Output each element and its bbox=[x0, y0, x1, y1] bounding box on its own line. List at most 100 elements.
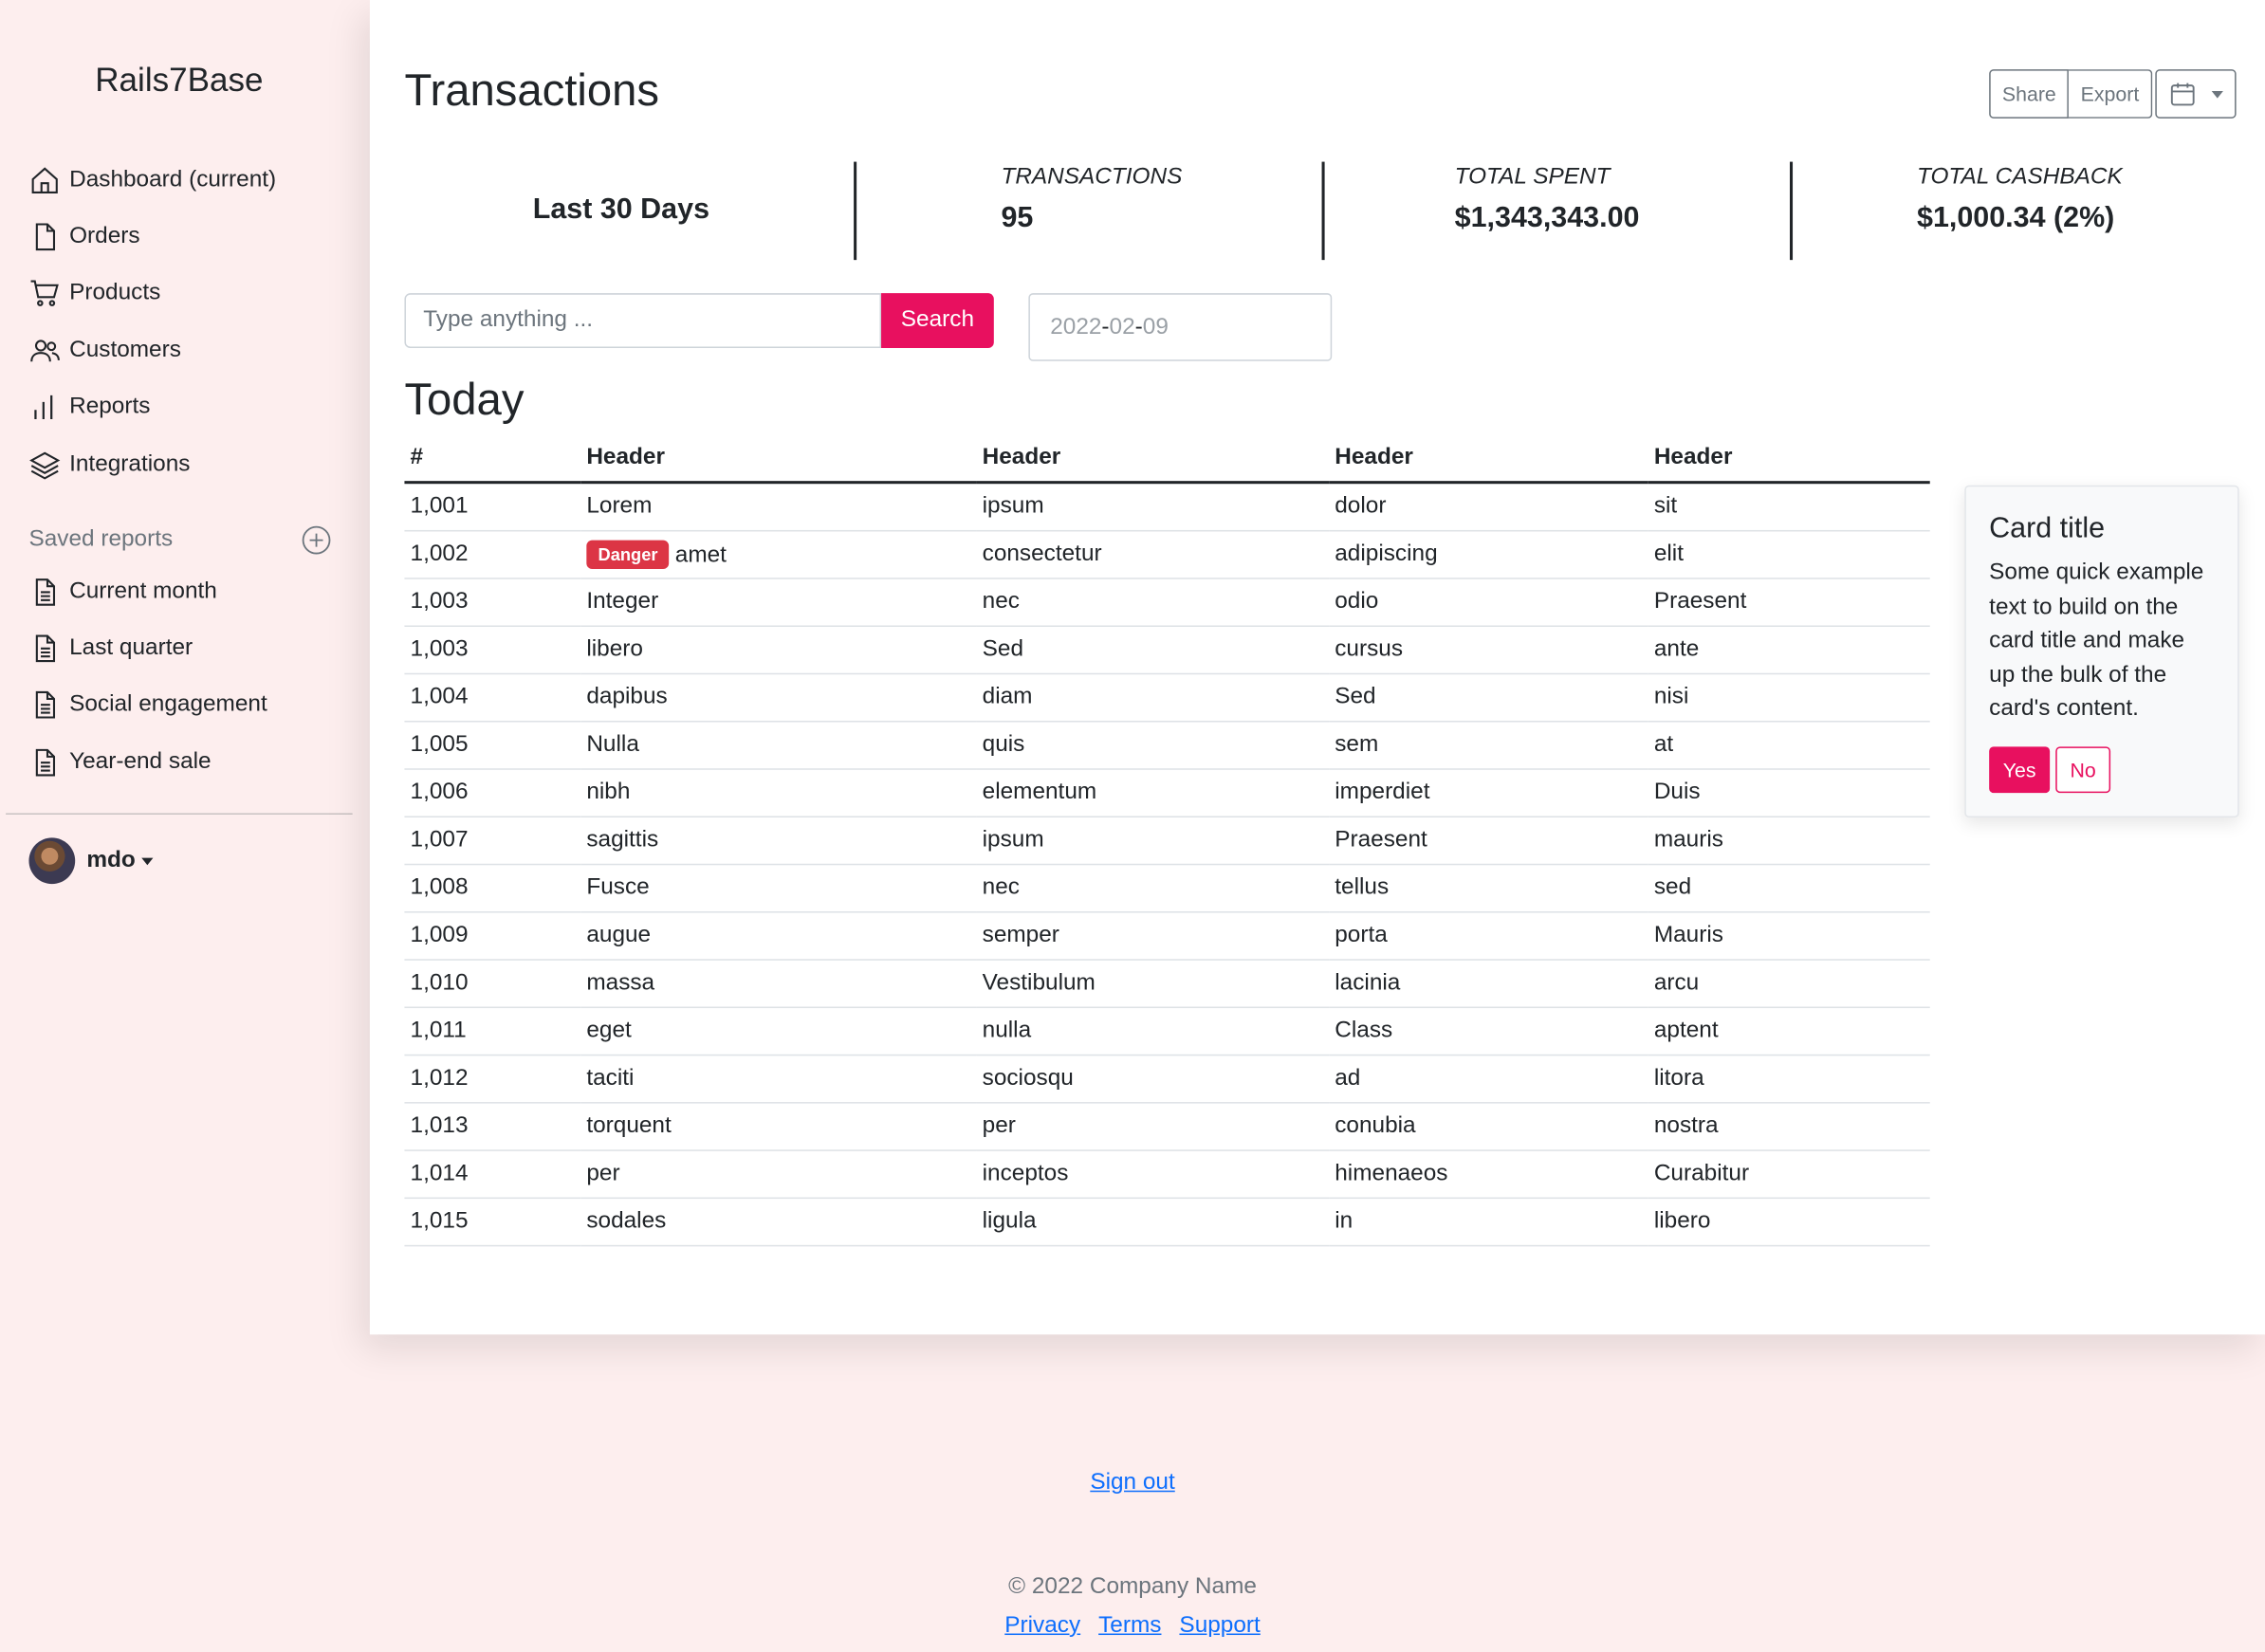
cell-text: inceptos bbox=[982, 1161, 1069, 1186]
date-month: 02 bbox=[1109, 314, 1135, 340]
table-cell: Lorem bbox=[580, 482, 977, 532]
export-button[interactable]: Export bbox=[2069, 69, 2153, 119]
cell-text: Class bbox=[1335, 1018, 1393, 1043]
table-row: 1,003 libero Sed cursus ante bbox=[404, 626, 1930, 675]
no-button[interactable]: No bbox=[2055, 746, 2111, 794]
table-row: 1,001 Lorem ipsum dolor sit bbox=[404, 482, 1930, 532]
saved-reports-heading: Saved reports bbox=[28, 523, 332, 558]
plus-circle-icon[interactable] bbox=[301, 524, 333, 557]
table-cell: 1,013 bbox=[404, 1102, 581, 1151]
cell-text: arcu bbox=[1653, 970, 1700, 996]
cell-text: dapibus bbox=[586, 684, 668, 709]
cell-text: conubia bbox=[1335, 1113, 1416, 1139]
cell-text: Praesent bbox=[1653, 589, 1747, 615]
table-cell: sed bbox=[1648, 864, 1930, 913]
table-cell: diam bbox=[976, 673, 1330, 723]
nav-label: Reports bbox=[69, 395, 151, 420]
cell-text: Vestibulum bbox=[982, 970, 1096, 996]
file-text-icon bbox=[35, 578, 56, 606]
cell-text: 1,001 bbox=[410, 493, 469, 519]
nav-item-orders[interactable]: Orders bbox=[28, 209, 360, 266]
table-cell: 1,007 bbox=[404, 817, 581, 866]
cell-text: 1,015 bbox=[410, 1208, 469, 1234]
date-separator: - bbox=[1134, 314, 1143, 340]
share-button[interactable]: Share bbox=[1989, 69, 2070, 119]
table-cell: elit bbox=[1648, 530, 1930, 579]
privacy-link[interactable]: Privacy bbox=[1004, 1613, 1080, 1638]
table-cell: himenaeos bbox=[1329, 1150, 1648, 1200]
yes-button[interactable]: Yes bbox=[1989, 746, 2051, 794]
table-cell: ipsum bbox=[976, 482, 1330, 532]
table-cell: eget bbox=[580, 1007, 977, 1056]
table-cell: nostra bbox=[1648, 1102, 1930, 1151]
cell-text: 1,009 bbox=[410, 923, 469, 948]
table-cell: nec bbox=[976, 578, 1330, 627]
cart-icon bbox=[30, 281, 59, 307]
copyright: © 2022 Company Name bbox=[1008, 1574, 1257, 1599]
table-cell: Nulla bbox=[580, 721, 977, 770]
nav-item-products[interactable]: Products bbox=[28, 266, 360, 322]
brand-title[interactable]: Rails7Base bbox=[0, 61, 359, 100]
cell-text: massa bbox=[586, 970, 655, 996]
table-cell: at bbox=[1648, 721, 1930, 770]
file-text-icon bbox=[35, 691, 56, 720]
table-cell: ligula bbox=[976, 1198, 1330, 1247]
table-cell: sem bbox=[1329, 721, 1648, 770]
cell-text: mauris bbox=[1653, 827, 1723, 853]
date-separator: - bbox=[1101, 314, 1110, 340]
stat-transactions: TRANSACTIONS 95 bbox=[1001, 159, 1182, 261]
stat-divider bbox=[854, 161, 857, 261]
cell-text: Duis bbox=[1653, 780, 1701, 805]
table-cell: inceptos bbox=[976, 1150, 1330, 1200]
table-cell: elementum bbox=[976, 768, 1330, 818]
table-row: 1,008 Fusce nec tellus sed bbox=[404, 864, 1930, 913]
cell-text: 1,003 bbox=[410, 589, 469, 615]
saved-report-current-month[interactable]: Current month bbox=[28, 563, 360, 620]
saved-report-year-end-sale[interactable]: Year-end sale bbox=[28, 734, 360, 791]
search-button[interactable]: Search bbox=[881, 293, 994, 349]
nav-item-customers[interactable]: Customers bbox=[28, 322, 360, 379]
cell-text: per bbox=[586, 1161, 620, 1186]
table-cell: Praesent bbox=[1329, 817, 1648, 866]
cell-text: 1,003 bbox=[410, 636, 469, 662]
cell-text: 1,004 bbox=[410, 684, 469, 709]
cell-text: ipsum bbox=[982, 493, 1044, 519]
cell-text: sem bbox=[1335, 732, 1379, 758]
table-cell: 1,006 bbox=[404, 768, 581, 818]
table-cell: 1,004 bbox=[404, 673, 581, 723]
cell-text: nec bbox=[982, 874, 1020, 900]
terms-link[interactable]: Terms bbox=[1098, 1613, 1161, 1638]
user-menu[interactable]: mdo bbox=[28, 837, 154, 885]
calendar-dropdown-button[interactable] bbox=[2155, 69, 2237, 119]
search-input[interactable] bbox=[404, 293, 882, 349]
saved-report-social-engagement[interactable]: Social engagement bbox=[28, 677, 360, 734]
nav-item-reports[interactable]: Reports bbox=[28, 379, 360, 436]
table-row: 1,003 Integer nec odio Praesent bbox=[404, 578, 1930, 627]
table-cell: 1,010 bbox=[404, 960, 581, 1009]
nav-label: Customers bbox=[69, 338, 181, 363]
cell-text: diam bbox=[982, 684, 1033, 709]
cell-text: sociosqu bbox=[982, 1065, 1074, 1091]
table-row: 1,011 eget nulla Class aptent bbox=[404, 1007, 1930, 1056]
support-link[interactable]: Support bbox=[1179, 1613, 1260, 1638]
table-cell: odio bbox=[1329, 578, 1648, 627]
cell-text: dolor bbox=[1335, 493, 1387, 519]
table-cell: mauris bbox=[1648, 817, 1930, 866]
saved-report-last-quarter[interactable]: Last quarter bbox=[28, 620, 360, 677]
cell-text: consectetur bbox=[982, 541, 1102, 567]
nav-label: Orders bbox=[69, 224, 140, 249]
table-cell: libero bbox=[1648, 1198, 1930, 1247]
cell-text: 1,006 bbox=[410, 780, 469, 805]
avatar bbox=[28, 837, 76, 885]
date-input[interactable]: 2022-02-09 bbox=[1028, 293, 1333, 361]
cell-text: ad bbox=[1335, 1065, 1361, 1091]
sign-out-link[interactable]: Sign out bbox=[1090, 1470, 1174, 1495]
cell-text: augue bbox=[586, 923, 652, 948]
nav-item-integrations[interactable]: Integrations bbox=[28, 436, 360, 493]
nav-item-dashboard[interactable]: Dashboard (current) bbox=[28, 152, 360, 209]
stat-label: TOTAL SPENT bbox=[1454, 164, 1611, 190]
table-cell: sit bbox=[1648, 482, 1930, 532]
file-text-icon bbox=[35, 634, 56, 663]
column-header: Header bbox=[976, 432, 1330, 485]
table-cell: lacinia bbox=[1329, 960, 1648, 1009]
